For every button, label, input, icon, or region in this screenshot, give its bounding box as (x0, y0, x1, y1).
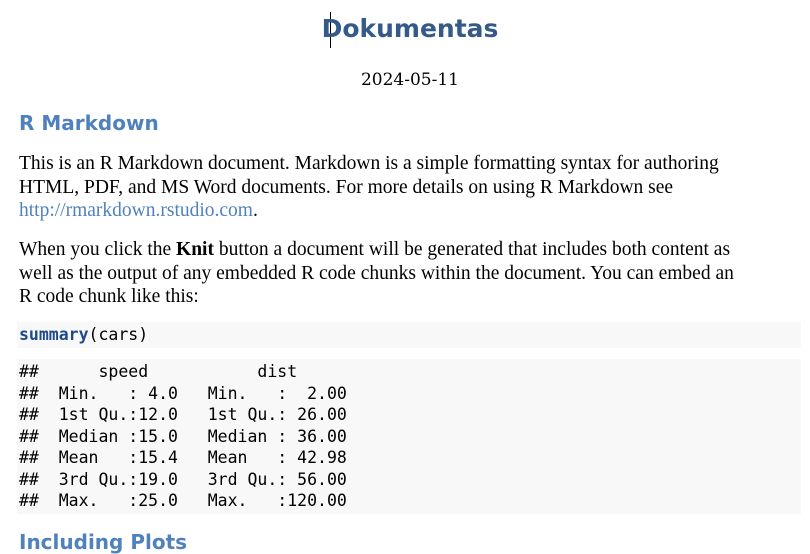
code-output: ## speed dist ## Min. : 4.0 Min. : 2.00 … (17, 359, 801, 514)
output-line: ## Mean :15.4 Mean : 42.98 (19, 448, 367, 467)
paragraph-line: http://rmarkdown.rstudio.com. (19, 199, 809, 223)
paragraph-line: When you click the Knit button a documen… (19, 238, 809, 262)
paragraph-line: HTML, PDF, and MS Word documents. For mo… (19, 176, 674, 198)
output-line: ## 1st Qu.:12.0 1st Qu.: 26.00 (19, 405, 367, 424)
link-trailing-period: . (252, 200, 258, 221)
output-line: ## Median :15.0 Median : 36.00 (19, 426, 367, 446)
code-line: summary(cars) (17, 322, 801, 348)
document-date: 2024-05-11 (360, 70, 459, 90)
output-line: ## Max. :25.0 Max. :120.00 (19, 491, 367, 510)
output-line: ## speed dist (19, 362, 367, 381)
text-run: When you click the (19, 239, 177, 260)
document-title: Dokumentas (321, 14, 499, 43)
code-function: summary (19, 325, 89, 344)
output-line: ## 3rd Qu.:19.0 3rd Qu.: 56.00 (19, 469, 367, 489)
output-line: ## Min. : 4.0 Min. : 2.00 (19, 383, 367, 403)
text-run: button a document will be generated that… (213, 239, 731, 260)
document-page: Dokumentas 2024-05-11 R Markdown This is… (0, 0, 810, 554)
intro-paragraph: This is an R Markdown document. Markdown… (19, 152, 809, 223)
paragraph-line: well as the output of any embedded R cod… (19, 262, 734, 284)
section-heading-r-markdown: R Markdown (19, 111, 159, 135)
code-chunk: summary(cars) (17, 322, 801, 348)
knit-bold-text: Knit (176, 239, 214, 260)
output-text: ## speed dist ## Min. : 4.0 Min. : 2.00 … (17, 361, 801, 512)
paragraph-line: R code chunk like this: (19, 286, 199, 307)
rmarkdown-link[interactable]: http://rmarkdown.rstudio.com (19, 200, 253, 221)
knit-paragraph: When you click the Knit button a documen… (19, 238, 809, 309)
section-heading-including-plots: Including Plots (19, 530, 188, 554)
code-args: (cars) (88, 325, 149, 344)
paragraph-line: This is an R Markdown document. Markdown… (19, 153, 719, 174)
